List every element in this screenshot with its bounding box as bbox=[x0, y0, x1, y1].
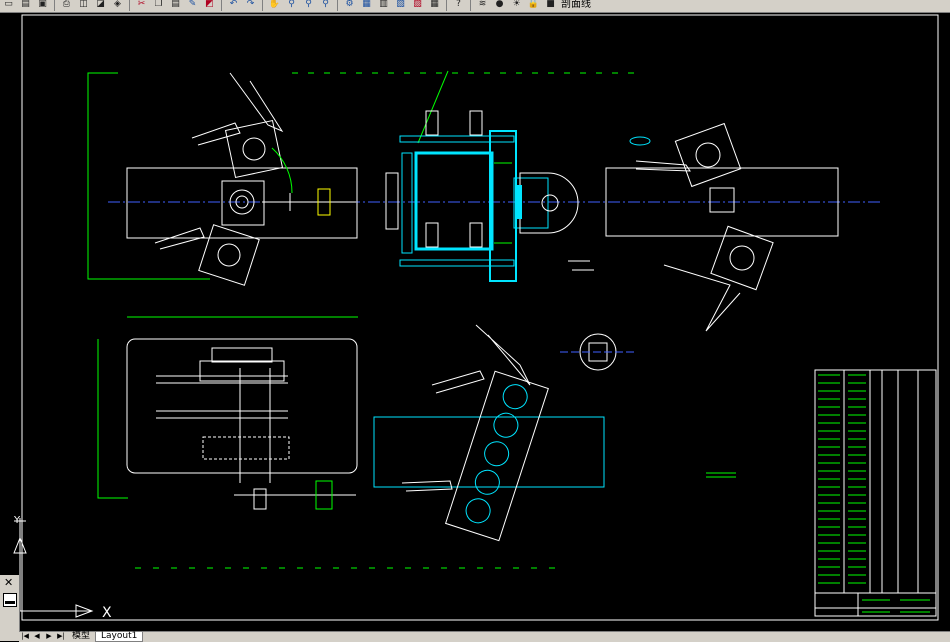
design-center-icon[interactable]: ▦ bbox=[358, 0, 375, 11]
toolbar-separator bbox=[262, 0, 263, 11]
copy-icon[interactable]: ❐ bbox=[150, 0, 167, 11]
cut-icon[interactable]: ✂ bbox=[133, 0, 150, 11]
plot-preview-icon[interactable]: ◫ bbox=[75, 0, 92, 11]
toolbar-separator bbox=[129, 0, 130, 11]
print-icon[interactable]: ⎙ bbox=[58, 0, 75, 11]
close-icon[interactable]: ✕ bbox=[4, 577, 13, 588]
block-editor-icon[interactable]: ◩ bbox=[201, 0, 218, 11]
view-top-middle bbox=[385, 70, 594, 282]
layer-dropdown[interactable]: 剖面线 bbox=[561, 0, 591, 10]
properties-icon[interactable]: ⚙ bbox=[341, 0, 358, 11]
drawing-canvas[interactable]: X Y bbox=[0, 13, 950, 630]
layer-lock-icon[interactable]: 🔒 bbox=[525, 0, 542, 11]
ucs-x-label: X bbox=[102, 605, 112, 621]
ucs-icon bbox=[13, 518, 94, 618]
layer-manager-icon[interactable]: ≋ bbox=[474, 0, 491, 11]
open-icon[interactable]: ▤ bbox=[17, 0, 34, 11]
left-side-panel: ✕ bbox=[0, 575, 20, 641]
layout-tab-bar: |◀ ◀ ▶ ▶| 模型 Layout1 bbox=[19, 631, 950, 642]
redo-icon[interactable]: ↷ bbox=[242, 0, 259, 11]
view-top-left bbox=[87, 72, 358, 286]
new-icon[interactable]: ▭ bbox=[0, 0, 17, 11]
layer-sun-icon[interactable]: ☀ bbox=[508, 0, 525, 11]
zoom-realtime-icon[interactable]: ⚲ bbox=[283, 0, 300, 11]
toolbar-separator bbox=[221, 0, 222, 11]
toolbar-separator bbox=[470, 0, 471, 11]
markup-icon[interactable]: ▨ bbox=[409, 0, 426, 11]
last-tab-button[interactable]: ▶| bbox=[55, 632, 67, 641]
paste-icon[interactable]: ▤ bbox=[167, 0, 184, 11]
next-tab-button[interactable]: ▶ bbox=[43, 632, 55, 641]
previous-tab-button[interactable]: ◀ bbox=[31, 632, 43, 641]
view-top-right bbox=[605, 122, 839, 332]
view-bottom-middle bbox=[373, 324, 736, 542]
zoom-window-icon[interactable]: ⚲ bbox=[300, 0, 317, 11]
quickcalc-icon[interactable]: ▦ bbox=[426, 0, 443, 11]
sheet-set-icon[interactable]: ▧ bbox=[392, 0, 409, 11]
publish-icon[interactable]: ◪ bbox=[92, 0, 109, 11]
layer-color-icon[interactable]: ■ bbox=[542, 0, 559, 11]
ucs-y-label: Y bbox=[13, 515, 21, 526]
tool-palettes-icon[interactable]: ▥ bbox=[375, 0, 392, 11]
help-icon[interactable]: ? bbox=[450, 0, 467, 11]
tab-model[interactable]: 模型 bbox=[67, 632, 95, 641]
pan-icon[interactable]: ✋ bbox=[266, 0, 283, 11]
title-block bbox=[814, 369, 937, 617]
3d-dwf-icon[interactable]: ◈ bbox=[109, 0, 126, 11]
tool-palette-icon[interactable] bbox=[3, 593, 17, 607]
undo-icon[interactable]: ↶ bbox=[225, 0, 242, 11]
standard-toolbar: ▭ ▤ ▣ ⎙ ◫ ◪ ◈ ✂ ❐ ▤ ✎ ◩ ↶ ↷ ✋ ⚲ ⚲ ⚲ ⚙ ▦ ▥ ▧ ▨ ▦? ≋ ● ☀ 🔒 ■ 剖面线 bbox=[0, 0, 950, 13]
toolbar-separator bbox=[337, 0, 338, 11]
toolbar-separator bbox=[54, 0, 55, 11]
toolbar-separator bbox=[446, 0, 447, 11]
match-properties-icon[interactable]: ✎ bbox=[184, 0, 201, 11]
zoom-previous-icon[interactable]: ⚲ bbox=[317, 0, 334, 11]
save-icon[interactable]: ▣ bbox=[34, 0, 51, 11]
first-tab-button[interactable]: |◀ bbox=[19, 632, 31, 641]
view-bottom-left bbox=[97, 316, 358, 510]
layer-on-icon[interactable]: ● bbox=[491, 0, 508, 11]
